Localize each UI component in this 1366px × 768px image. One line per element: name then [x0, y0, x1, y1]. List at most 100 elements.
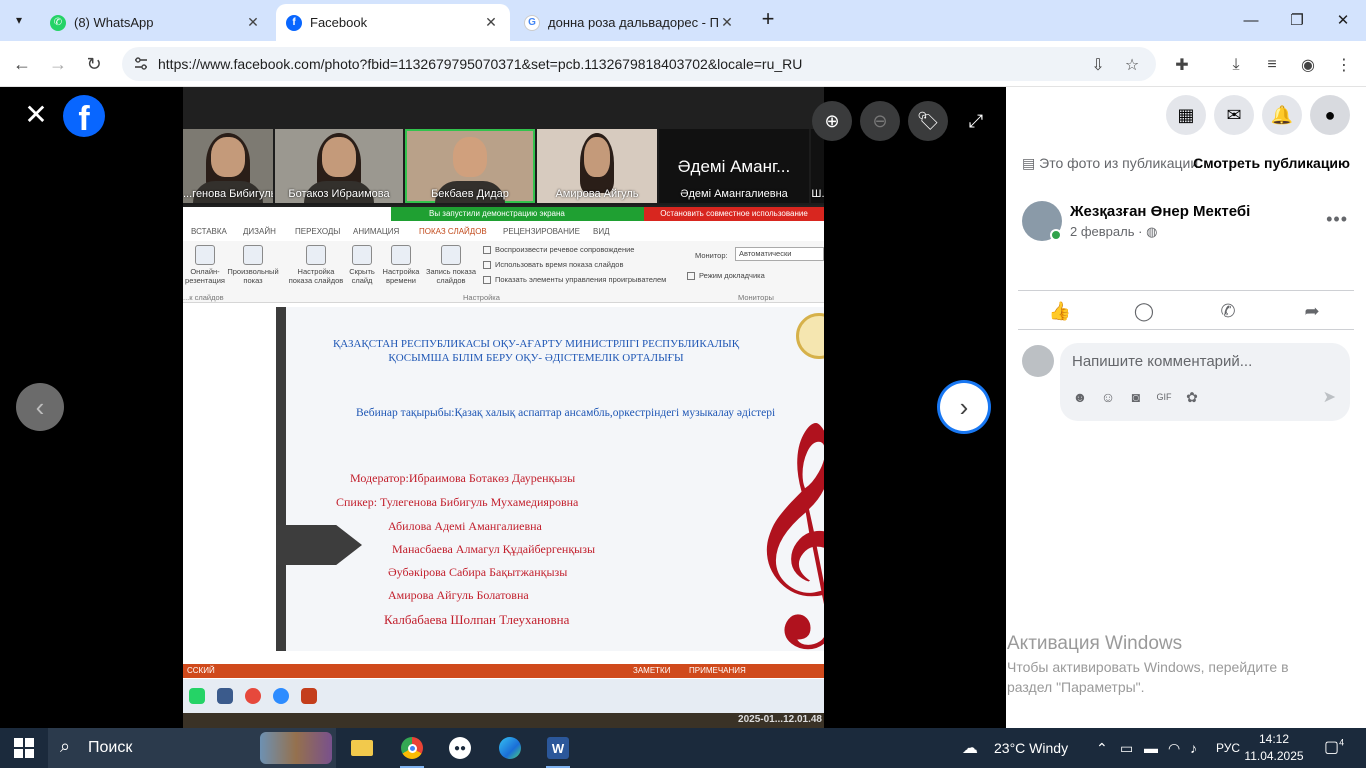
- volume-icon[interactable]: ♪: [1190, 740, 1197, 756]
- browser-toolbar: ← → ↻ https://www.facebook.com/photo?fbi…: [0, 41, 1366, 87]
- notifications-bell-icon[interactable]: 🔔: [1262, 95, 1302, 135]
- media-controls-icon[interactable]: ≡: [1260, 53, 1284, 77]
- next-photo-button[interactable]: ›: [940, 383, 988, 431]
- chrome-icon[interactable]: [392, 732, 432, 768]
- battery-icon[interactable]: ▬: [1144, 740, 1158, 756]
- new-tab-button[interactable]: +: [756, 8, 780, 32]
- from-post-note: ▤ Это фото из публикации.: [1022, 155, 1203, 171]
- google-icon: G: [524, 14, 540, 31]
- post-icon: ▤: [1022, 155, 1040, 171]
- notifications-icon[interactable]: ▢4: [1324, 737, 1344, 757]
- back-button[interactable]: ←: [7, 49, 37, 79]
- windows-activation-title: Активация Windows: [1007, 633, 1183, 654]
- globe-icon: ◍: [1146, 224, 1158, 239]
- tab-title: донна роза дальвадорес - Пои: [548, 15, 718, 30]
- send-icon[interactable]: ➤: [1323, 387, 1336, 407]
- photo-timestamp-area: 2025-01...12.01.48: [183, 713, 824, 728]
- share-button[interactable]: ➦: [1292, 297, 1332, 325]
- post-date[interactable]: 2 февраль · ◍: [1070, 224, 1157, 240]
- close-window-button[interactable]: ✕: [1320, 0, 1366, 40]
- divider: [1018, 290, 1354, 291]
- tab-whatsapp[interactable]: ✆ (8) WhatsApp ✕: [40, 4, 272, 41]
- profile-icon[interactable]: ◉: [1296, 53, 1320, 77]
- more-options-button[interactable]: •••: [1326, 209, 1348, 230]
- camera-icon[interactable]: ◙: [1126, 387, 1146, 407]
- word-icon[interactable]: W: [538, 732, 578, 768]
- commenter-avatar[interactable]: [1022, 345, 1054, 377]
- author-name[interactable]: Жезқазған Өнер Мектебі: [1070, 203, 1250, 220]
- emoji-icon[interactable]: ☺: [1098, 387, 1118, 407]
- media-app-icon[interactable]: ●●: [440, 732, 480, 764]
- zoom-in-button[interactable]: ⊕: [812, 101, 852, 141]
- search-icon: ⌕: [60, 736, 71, 756]
- ribbon: Онлайн- резентация Произвольный показ На…: [183, 241, 824, 303]
- sticker-icon[interactable]: ✿: [1182, 387, 1202, 407]
- url-text: https://www.facebook.com/photo?fbid=1132…: [158, 56, 803, 72]
- restore-button[interactable]: ❐: [1274, 0, 1320, 40]
- comment-button[interactable]: ◯: [1124, 297, 1164, 325]
- close-icon[interactable]: ✕: [482, 14, 500, 31]
- tab-search-button[interactable]: ▾: [6, 7, 32, 33]
- file-explorer-icon[interactable]: [342, 732, 382, 764]
- close-icon[interactable]: ✕: [244, 14, 262, 31]
- previous-photo-button[interactable]: ‹: [16, 383, 64, 431]
- weather-icon: ☁: [962, 740, 978, 757]
- whatsapp-share-button[interactable]: ✆: [1208, 297, 1248, 325]
- ppt-status-bar: ССКИЙ ЗАМЕТКИ ПРИМЕЧАНИЯ: [183, 664, 824, 678]
- facebook-icon: f: [286, 14, 302, 31]
- address-bar[interactable]: https://www.facebook.com/photo?fbid=1132…: [122, 47, 1156, 81]
- show-hidden-icons-icon[interactable]: ⌃: [1096, 740, 1108, 757]
- weather-text[interactable]: 23°C Windy: [994, 740, 1068, 756]
- taskbar-search[interactable]: ⌕ Поиск: [48, 728, 336, 768]
- bookmark-star-icon[interactable]: ☆: [1122, 55, 1142, 75]
- windows-activation-text: Чтобы активировать Windows, перейдите в …: [1007, 659, 1289, 695]
- input-language[interactable]: РУС: [1216, 741, 1240, 755]
- like-button[interactable]: 👍: [1040, 297, 1080, 325]
- screen-taskbar: [183, 679, 824, 713]
- tab-google-search[interactable]: G донна роза дальвадорес - Пои ✕: [514, 4, 746, 41]
- tab-title: Facebook: [310, 15, 368, 30]
- close-viewer-button[interactable]: ✕: [22, 101, 50, 129]
- online-status-icon: [1050, 229, 1062, 241]
- browser-menu-icon[interactable]: ⋮: [1332, 53, 1356, 77]
- tab-strip: ▾ ✆ (8) WhatsApp ✕ f Facebook ✕ G донна …: [0, 0, 1366, 41]
- tab-title: (8) WhatsApp: [74, 15, 154, 30]
- extensions-icon[interactable]: ✚: [1170, 53, 1194, 77]
- clock[interactable]: 14:12 11.04.2025: [1244, 731, 1304, 765]
- forward-button[interactable]: →: [43, 49, 73, 79]
- menu-grid-icon[interactable]: ▦: [1166, 95, 1206, 135]
- edge-icon[interactable]: [490, 732, 530, 764]
- meet-now-icon[interactable]: ▭: [1120, 740, 1133, 757]
- install-app-icon[interactable]: ⇩: [1088, 55, 1108, 75]
- gif-icon[interactable]: GIF: [1154, 387, 1174, 407]
- reload-button[interactable]: ↻: [79, 49, 109, 79]
- close-icon[interactable]: ✕: [718, 14, 736, 31]
- facebook-logo-icon[interactable]: f: [63, 95, 105, 137]
- windows-taskbar: ⌕ Поиск ●● W ☁ 23°C Windy ⌃ ▭ ▬ ◠ ♪ РУС …: [0, 728, 1366, 768]
- powerpoint-screen: Вы запустили демонстрацию экрана Останов…: [183, 207, 824, 728]
- avatar-sticker-icon[interactable]: ☻: [1070, 387, 1090, 407]
- post-side-panel: ▦ ✉ 🔔 ● ▤ Это фото из публикации. Смотре…: [1006, 87, 1366, 728]
- tag-photo-button[interactable]: 🏷: [908, 101, 948, 141]
- participant-tile: Бекбаев Дидар: [405, 129, 535, 203]
- minimize-button[interactable]: —: [1228, 0, 1274, 40]
- emblem-icon: [796, 313, 824, 359]
- downloads-icon[interactable]: ⤓: [1224, 53, 1248, 77]
- comment-box[interactable]: Напишите комментарий... ☻ ☺ ◙ GIF ✿ ➤: [1060, 343, 1350, 421]
- video-participants-strip: ...генова Бибигуль Ботакоз Ибраимова Бек…: [183, 129, 824, 205]
- fullscreen-button[interactable]: ⤢: [956, 101, 996, 141]
- photo: ...генова Бибигуль Ботакоз Ибраимова Бек…: [183, 87, 824, 728]
- network-icon[interactable]: ◠: [1168, 740, 1180, 757]
- divider: [1018, 329, 1354, 330]
- site-info-icon[interactable]: [132, 55, 150, 73]
- search-highlight-image: [260, 732, 332, 764]
- comment-input[interactable]: Напишите комментарий...: [1072, 353, 1252, 370]
- zoom-out-button[interactable]: ⊖: [860, 101, 900, 141]
- treble-clef-icon: 𝄞: [744, 418, 824, 639]
- tab-facebook[interactable]: f Facebook ✕: [276, 4, 510, 41]
- see-post-link[interactable]: Смотреть публикацию: [1193, 155, 1350, 171]
- windows-start-icon[interactable]: [14, 738, 34, 758]
- messenger-icon[interactable]: ✉: [1214, 95, 1254, 135]
- whatsapp-icon: ✆: [50, 14, 66, 31]
- account-avatar[interactable]: ●: [1310, 95, 1350, 135]
